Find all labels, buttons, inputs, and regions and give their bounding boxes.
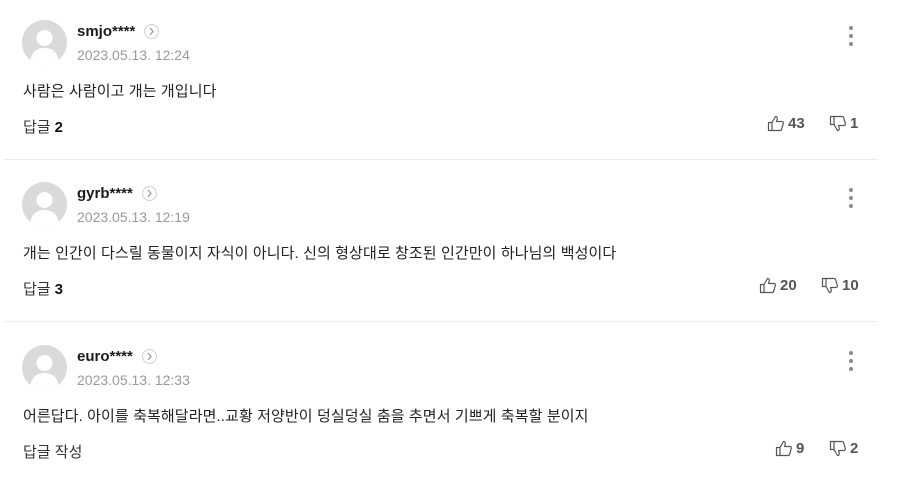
dislike-button[interactable]: 1 xyxy=(829,115,858,132)
chevron-right-icon[interactable] xyxy=(141,348,157,364)
dislike-button[interactable]: 10 xyxy=(821,277,859,294)
comment-date: 2023.05.13. 12:33 xyxy=(77,372,190,388)
reply-label: 답글 xyxy=(23,281,51,298)
author-nickname[interactable]: gyrb**** xyxy=(77,185,133,202)
author-row: euro**** xyxy=(77,346,157,366)
dislike-button[interactable]: 2 xyxy=(829,440,858,457)
comment-list: smjo**** 2023.05.13. 12:24 사람은 사람이고 개는 개… xyxy=(0,0,900,485)
default-profile-icon xyxy=(30,30,59,65)
author-row: gyrb**** xyxy=(77,183,157,203)
thumbs-down-icon xyxy=(829,440,846,457)
avatar[interactable] xyxy=(22,20,67,65)
reply-label: 답글 작성 xyxy=(23,444,83,461)
author-nickname[interactable]: smjo**** xyxy=(77,23,135,40)
more-vertical-icon[interactable] xyxy=(842,186,860,210)
default-profile-icon xyxy=(30,192,59,227)
chevron-right-icon[interactable] xyxy=(144,23,160,39)
reply-button[interactable]: 답글 2 xyxy=(23,116,63,137)
divider xyxy=(4,321,878,322)
dislike-count: 10 xyxy=(842,277,859,294)
dislike-count: 2 xyxy=(850,440,859,457)
like-button[interactable]: 9 xyxy=(775,440,804,457)
like-count: 43 xyxy=(788,115,805,132)
comment-text: 개는 인간이 다스릴 동물이지 자식이 아니다. 신의 형상대로 창조된 인간만… xyxy=(23,245,617,262)
comment-text: 어른답다. 아이를 축복해달라면..교황 저양반이 덩실덩실 춤을 추면서 기쁘… xyxy=(23,408,589,425)
avatar[interactable] xyxy=(22,345,67,390)
like-button[interactable]: 20 xyxy=(759,277,797,294)
comment-date: 2023.05.13. 12:24 xyxy=(77,47,190,63)
author-row: smjo**** xyxy=(77,21,160,41)
comment-item: euro**** 2023.05.13. 12:33 어른답다. 아이를 축복해… xyxy=(0,325,880,485)
more-vertical-icon[interactable] xyxy=(842,349,860,373)
avatar[interactable] xyxy=(22,182,67,227)
reply-count: 2 xyxy=(54,119,63,136)
reply-button[interactable]: 답글 3 xyxy=(23,278,63,299)
dislike-count: 1 xyxy=(850,115,859,132)
thumbs-down-icon xyxy=(821,277,838,294)
like-button[interactable]: 43 xyxy=(767,115,805,132)
chevron-right-icon[interactable] xyxy=(141,185,157,201)
divider xyxy=(4,159,878,160)
reply-label: 답글 xyxy=(23,119,51,136)
comment-item: gyrb**** 2023.05.13. 12:19 개는 인간이 다스릴 동물… xyxy=(0,162,880,322)
comment-item: smjo**** 2023.05.13. 12:24 사람은 사람이고 개는 개… xyxy=(0,0,880,160)
thumbs-down-icon xyxy=(829,115,846,132)
thumbs-up-icon xyxy=(767,115,784,132)
like-count: 20 xyxy=(780,277,797,294)
default-profile-icon xyxy=(30,355,59,390)
thumbs-up-icon xyxy=(759,277,776,294)
comment-text: 사람은 사람이고 개는 개입니다 xyxy=(23,83,217,100)
thumbs-up-icon xyxy=(775,440,792,457)
reply-count: 3 xyxy=(54,281,63,298)
like-count: 9 xyxy=(796,440,805,457)
comment-date: 2023.05.13. 12:19 xyxy=(77,209,190,225)
more-vertical-icon[interactable] xyxy=(842,24,860,48)
reply-button[interactable]: 답글 작성 xyxy=(23,441,86,462)
author-nickname[interactable]: euro**** xyxy=(77,348,133,365)
